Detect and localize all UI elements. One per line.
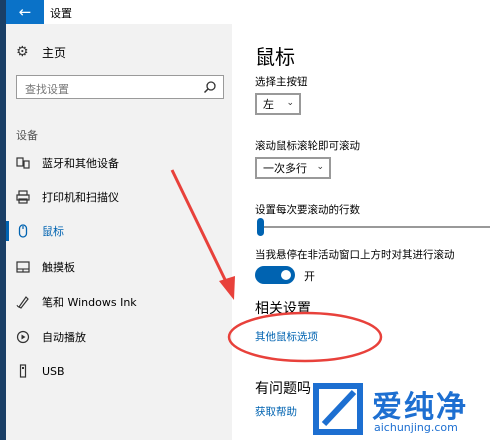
section-label-devices: 设备 [16, 129, 38, 142]
inactive-scroll-toggle[interactable] [255, 266, 295, 284]
mouse-icon [16, 224, 30, 238]
home-label: 主页 [42, 45, 67, 60]
inactive-scroll-label: 当我悬停在非活动窗口上方时对其进行滚动 [255, 249, 455, 261]
sidebar-item-touchpad[interactable]: 触摸板 [6, 254, 232, 280]
main-content: 鼠标 选择主按钮 左 ⌄ 滚动鼠标滚轮即可滚动 一次多行 ⌄ 设置每次要滚动的行… [232, 24, 500, 440]
selection-indicator [6, 221, 9, 241]
printer-icon [16, 190, 30, 204]
sidebar-item-pen[interactable]: 笔和 Windows Ink [6, 289, 232, 315]
sidebar-item-mouse[interactable]: 鼠标 [6, 218, 232, 244]
watermark-subtitle: aichunjing.com [374, 421, 458, 434]
search-input[interactable]: 查找设置 [16, 75, 224, 99]
touchpad-icon [16, 260, 30, 274]
sidebar-home[interactable]: ⚙ 主页 [16, 42, 66, 62]
other-mouse-options-link[interactable]: 其他鼠标选项 [255, 329, 318, 344]
sidebar-item-label: 蓝牙和其他设备 [42, 157, 119, 170]
sidebar-item-label: 打印机和扫描仪 [42, 191, 119, 204]
chevron-down-icon: ⌄ [286, 98, 294, 108]
devices-icon [16, 156, 30, 170]
watermark: 爱纯净 aichunjing.com [308, 380, 500, 440]
scroll-mode-dropdown[interactable]: 一次多行 ⌄ [255, 157, 331, 179]
scroll-mode-value: 一次多行 [263, 162, 307, 175]
watermark-logo [313, 383, 363, 435]
back-button[interactable]: ← [6, 0, 44, 24]
question-heading: 有问题吗 [255, 381, 311, 397]
chevron-down-icon: ⌄ [316, 162, 324, 172]
gear-icon: ⚙ [16, 44, 29, 60]
toggle-knob [281, 270, 291, 280]
sidebar-item-label: USB [42, 364, 65, 378]
related-settings-heading: 相关设置 [255, 301, 311, 317]
sidebar-item-label: 鼠标 [42, 225, 64, 238]
primary-button-dropdown[interactable]: 左 ⌄ [255, 93, 301, 115]
primary-button-value: 左 [263, 98, 274, 111]
sidebar-item-usb[interactable]: USB [6, 358, 232, 384]
title-bar: ← 设置 [6, 0, 500, 24]
autoplay-icon [16, 330, 30, 344]
sidebar-item-label: 笔和 Windows Ink [42, 296, 137, 309]
usb-icon [16, 364, 30, 378]
lines-slider-track[interactable] [258, 226, 490, 228]
lines-slider-thumb[interactable] [257, 218, 264, 236]
search-icon[interactable] [203, 80, 217, 94]
sidebar-item-bluetooth[interactable]: 蓝牙和其他设备 [6, 150, 232, 176]
lines-label: 设置每次要滚动的行数 [255, 204, 360, 216]
scroll-label: 滚动鼠标滚轮即可滚动 [255, 140, 360, 152]
primary-button-label: 选择主按钮 [255, 76, 308, 88]
sidebar-item-autoplay[interactable]: 自动播放 [6, 324, 232, 350]
back-arrow-icon: ← [18, 3, 32, 21]
search-placeholder: 查找设置 [25, 83, 69, 96]
sidebar: ⚙ 主页 查找设置 设备 蓝牙和其他设备 打印机和扫描仪 鼠标 触摸板 笔和 W… [6, 24, 232, 440]
watermark-title: 爱纯净 [372, 390, 468, 425]
page-title: 鼠标 [255, 45, 295, 69]
pen-icon [16, 295, 30, 309]
sidebar-item-printers[interactable]: 打印机和扫描仪 [6, 184, 232, 210]
get-help-link[interactable]: 获取帮助 [255, 404, 297, 419]
sidebar-item-label: 自动播放 [42, 331, 86, 344]
window-title: 设置 [50, 7, 72, 20]
sidebar-item-label: 触摸板 [42, 261, 75, 274]
toggle-state-label: 开 [304, 270, 315, 283]
